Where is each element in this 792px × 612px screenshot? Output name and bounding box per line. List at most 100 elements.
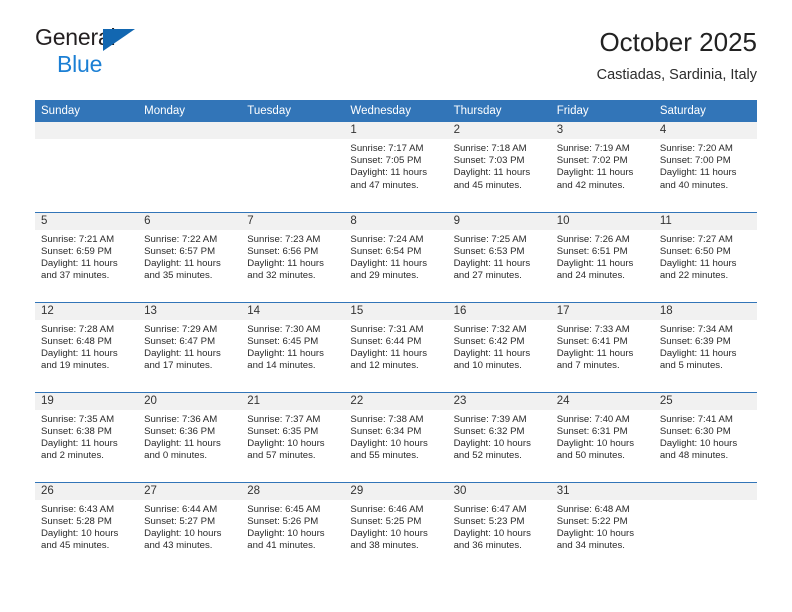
calendar-day-cell[interactable]: 16 Sunrise: 7:32 AM Sunset: 6:42 PM Dayligh…: [447, 301, 551, 392]
daylight-text: Daylight: 11 hours and 12 minutes.: [350, 347, 428, 372]
calendar-day-cell[interactable]: 15 Sunrise: 7:31 AM Sunset: 6:44 PM Dayligh…: [344, 301, 448, 392]
daylight-text: Daylight: 10 hours and 57 minutes.: [247, 437, 325, 462]
daylight-text: Daylight: 10 hours and 50 minutes.: [556, 437, 635, 462]
calendar-day-cell[interactable]: 19 Sunrise: 7:35 AM Sunset: 6:38 PM Dayligh…: [35, 391, 139, 482]
sunset-text: Sunset: 5:22 PM: [556, 515, 628, 527]
sunset-text: Sunset: 7:05 PM: [350, 155, 422, 167]
day-sun-info: Sunrise: 6:48 AM Sunset: 5:22 PM Daylight:…: [551, 500, 654, 553]
day-number: 15: [344, 302, 448, 320]
calendar-week-row: 5 Sunrise: 7:21 AM Sunset: 6:59 PM Daylight…: [35, 211, 757, 302]
day-number: 4: [653, 122, 757, 139]
day-number: 7: [241, 212, 345, 230]
sunset-text: Sunset: 6:56 PM: [247, 245, 319, 257]
calendar-day-cell[interactable]: 3 Sunrise: 7:19 AM Sunset: 7:02 PM Daylight…: [550, 122, 654, 212]
sunrise-text: Sunrise: 7:29 AM: [144, 323, 218, 335]
calendar-day-cell[interactable]: 4 Sunrise: 7:20 AM Sunset: 7:00 PM Daylight…: [653, 122, 757, 212]
sunrise-text: Sunrise: 7:33 AM: [556, 323, 630, 335]
calendar-day-cell[interactable]: 14 Sunrise: 7:30 AM Sunset: 6:45 PM Dayligh…: [241, 301, 345, 392]
daylight-text: Daylight: 11 hours and 5 minutes.: [659, 347, 737, 372]
day-sun-info: Sunrise: 7:24 AM Sunset: 6:54 PM Daylight:…: [344, 230, 447, 283]
calendar-day-cell[interactable]: 25 Sunrise: 7:41 AM Sunset: 6:30 PM Dayligh…: [653, 391, 757, 482]
weekday-header-monday: Monday: [138, 100, 242, 122]
daylight-text: Daylight: 11 hours and 10 minutes.: [453, 347, 531, 372]
calendar-week-row: 12 Sunrise: 7:28 AM Sunset: 6:48 PM Dayligh…: [35, 301, 757, 392]
calendar-day-cell[interactable]: 29 Sunrise: 6:46 AM Sunset: 5:25 PM Dayligh…: [344, 481, 448, 572]
sunrise-text: Sunrise: 6:48 AM: [556, 503, 630, 515]
calendar-day-cell[interactable]: 28 Sunrise: 6:45 AM Sunset: 5:26 PM Dayligh…: [241, 481, 345, 572]
calendar-day-cell[interactable]: 18 Sunrise: 7:34 AM Sunset: 6:39 PM Dayligh…: [653, 301, 757, 392]
daylight-text: Daylight: 11 hours and 47 minutes.: [350, 167, 428, 191]
day-sun-info: Sunrise: 7:33 AM Sunset: 6:41 PM Daylight:…: [551, 320, 654, 373]
daylight-text: Daylight: 10 hours and 55 minutes.: [350, 437, 428, 462]
calendar-day-cell[interactable]: 10 Sunrise: 7:26 AM Sunset: 6:51 PM Dayligh…: [550, 211, 654, 302]
weekday-header-saturday: Saturday: [653, 100, 757, 122]
calendar-week-row: 19 Sunrise: 7:35 AM Sunset: 6:38 PM Dayligh…: [35, 391, 757, 482]
calendar-day-cell[interactable]: 5 Sunrise: 7:21 AM Sunset: 6:59 PM Daylight…: [35, 211, 139, 302]
calendar-header-row: Sunday Monday Tuesday Wednesday Thursday…: [35, 100, 757, 122]
sunset-text: Sunset: 6:36 PM: [144, 425, 216, 437]
calendar-day-cell[interactable]: 11 Sunrise: 7:27 AM Sunset: 6:50 PM Dayligh…: [653, 211, 757, 302]
calendar-day-cell[interactable]: 20 Sunrise: 7:36 AM Sunset: 6:36 PM Dayligh…: [138, 391, 242, 482]
calendar-day-cell[interactable]: 21 Sunrise: 7:37 AM Sunset: 6:35 PM Dayligh…: [241, 391, 345, 482]
calendar-day-cell[interactable]: 31 Sunrise: 6:48 AM Sunset: 5:22 PM Dayligh…: [550, 481, 654, 572]
calendar-day-cell[interactable]: 7 Sunrise: 7:23 AM Sunset: 6:56 PM Daylight…: [241, 211, 345, 302]
day-sun-info: Sunrise: 7:38 AM Sunset: 6:34 PM Daylight:…: [344, 410, 447, 463]
sunrise-text: Sunrise: 7:22 AM: [144, 233, 218, 245]
calendar-day-cell[interactable]: 23 Sunrise: 7:39 AM Sunset: 6:32 PM Dayligh…: [447, 391, 551, 482]
sunrise-text: Sunrise: 6:46 AM: [350, 503, 424, 515]
calendar-day-cell[interactable]: 24 Sunrise: 7:40 AM Sunset: 6:31 PM Dayligh…: [550, 391, 654, 482]
day-sun-info: Sunrise: 7:40 AM Sunset: 6:31 PM Daylight:…: [551, 410, 654, 463]
sunset-text: Sunset: 6:48 PM: [41, 335, 112, 347]
day-sun-info: Sunrise: 7:39 AM Sunset: 6:32 PM Daylight:…: [448, 410, 551, 463]
sunrise-text: Sunrise: 7:25 AM: [453, 233, 527, 245]
day-number: 24: [550, 392, 654, 410]
calendar-week-row: 1 Sunrise: 7:17 AM Sunset: 7:05 PM Daylight…: [35, 122, 757, 212]
calendar-day-cell[interactable]: 12 Sunrise: 7:28 AM Sunset: 6:48 PM Dayligh…: [35, 301, 139, 392]
calendar-day-cell[interactable]: 17 Sunrise: 7:33 AM Sunset: 6:41 PM Dayligh…: [550, 301, 654, 392]
sunset-text: Sunset: 6:34 PM: [350, 425, 422, 437]
sunset-text: Sunset: 6:35 PM: [247, 425, 319, 437]
day-sun-info: Sunrise: 7:26 AM Sunset: 6:51 PM Daylight:…: [551, 230, 654, 283]
sunset-text: Sunset: 6:54 PM: [350, 245, 422, 257]
sunset-text: Sunset: 6:31 PM: [556, 425, 628, 437]
day-sun-info: Sunrise: 7:29 AM Sunset: 6:47 PM Daylight:…: [138, 320, 241, 373]
day-number: [35, 122, 139, 139]
sunrise-text: Sunrise: 7:39 AM: [453, 413, 527, 425]
day-sun-info: Sunrise: 6:44 AM Sunset: 5:27 PM Daylight:…: [138, 500, 241, 553]
day-sun-info: Sunrise: 7:35 AM Sunset: 6:38 PM Daylight:…: [35, 410, 138, 463]
calendar-day-cell[interactable]: 2 Sunrise: 7:18 AM Sunset: 7:03 PM Daylight…: [447, 122, 551, 212]
daylight-text: Daylight: 11 hours and 0 minutes.: [144, 437, 221, 462]
sunset-text: Sunset: 6:47 PM: [144, 335, 216, 347]
sunrise-text: Sunrise: 7:34 AM: [659, 323, 733, 335]
day-number: 19: [35, 392, 139, 410]
calendar-day-cell[interactable]: 8 Sunrise: 7:24 AM Sunset: 6:54 PM Daylight…: [344, 211, 448, 302]
calendar-day-cell[interactable]: 9 Sunrise: 7:25 AM Sunset: 6:53 PM Daylight…: [447, 211, 551, 302]
calendar-day-cell[interactable]: 22 Sunrise: 7:38 AM Sunset: 6:34 PM Dayligh…: [344, 391, 448, 482]
calendar-cell-empty: [35, 122, 139, 212]
day-number: 5: [35, 212, 139, 230]
day-sun-info: Sunrise: 7:17 AM Sunset: 7:05 PM Daylight:…: [344, 139, 447, 192]
calendar-day-cell[interactable]: 6 Sunrise: 7:22 AM Sunset: 6:57 PM Daylight…: [138, 211, 242, 302]
sunset-text: Sunset: 6:38 PM: [41, 425, 112, 437]
day-sun-info: Sunrise: 7:28 AM Sunset: 6:48 PM Daylight:…: [35, 320, 138, 373]
sunrise-text: Sunrise: 7:26 AM: [556, 233, 630, 245]
calendar-day-cell[interactable]: 26 Sunrise: 6:43 AM Sunset: 5:28 PM Dayligh…: [35, 481, 139, 572]
calendar-day-cell[interactable]: 27 Sunrise: 6:44 AM Sunset: 5:27 PM Dayligh…: [138, 481, 242, 572]
day-sun-info: Sunrise: 7:37 AM Sunset: 6:35 PM Daylight:…: [241, 410, 344, 463]
sunrise-text: Sunrise: 7:21 AM: [41, 233, 115, 245]
calendar-day-cell[interactable]: 1 Sunrise: 7:17 AM Sunset: 7:05 PM Daylight…: [344, 122, 448, 212]
day-sun-info: Sunrise: 7:31 AM Sunset: 6:44 PM Daylight:…: [344, 320, 447, 373]
sunrise-text: Sunrise: 7:36 AM: [144, 413, 218, 425]
day-sun-info: Sunrise: 7:36 AM Sunset: 6:36 PM Daylight:…: [138, 410, 241, 463]
day-sun-info: Sunrise: 7:27 AM Sunset: 6:50 PM Daylight:…: [654, 230, 757, 283]
daylight-text: Daylight: 11 hours and 14 minutes.: [247, 347, 324, 372]
sunrise-text: Sunrise: 6:47 AM: [453, 503, 527, 515]
sunset-text: Sunset: 7:00 PM: [659, 155, 731, 167]
calendar-day-cell[interactable]: 30 Sunrise: 6:47 AM Sunset: 5:23 PM Dayligh…: [447, 481, 551, 572]
sunset-text: Sunset: 6:32 PM: [453, 425, 525, 437]
sunset-text: Sunset: 5:26 PM: [247, 515, 319, 527]
calendar-day-cell[interactable]: 13 Sunrise: 7:29 AM Sunset: 6:47 PM Dayligh…: [138, 301, 242, 392]
general-blue-logo[interactable]: General Blue: [35, 26, 185, 78]
day-sun-info: Sunrise: 7:21 AM Sunset: 6:59 PM Daylight:…: [35, 230, 138, 283]
daylight-text: Daylight: 11 hours and 42 minutes.: [556, 167, 634, 191]
